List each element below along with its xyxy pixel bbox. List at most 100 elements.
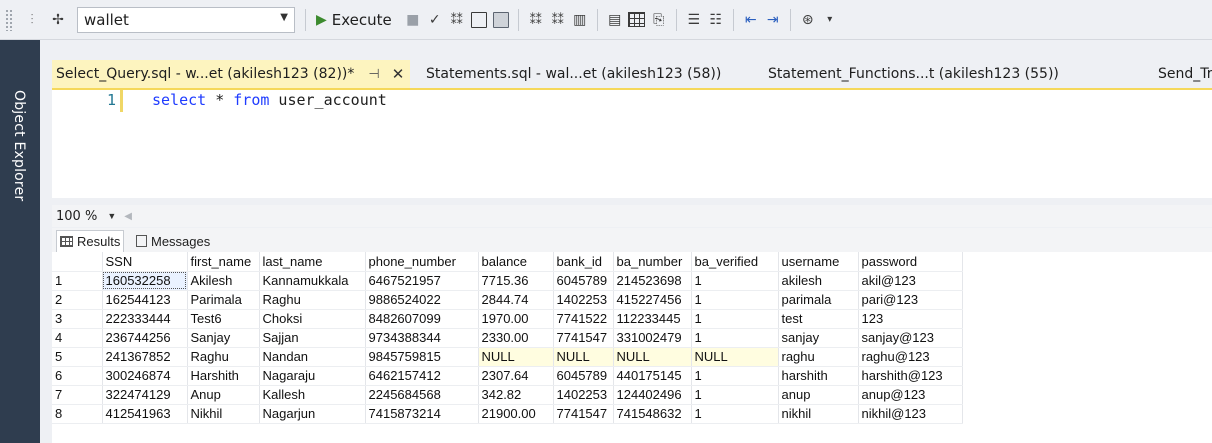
toolbar-overflow-icon[interactable]: ▾ [819, 7, 841, 33]
table-cell[interactable]: anup@123 [858, 385, 963, 405]
table-cell[interactable]: 322474129 [102, 385, 188, 405]
table-cell[interactable]: 9845759815 [365, 347, 479, 367]
table-cell[interactable]: 1 [691, 271, 779, 291]
increase-indent-icon[interactable]: ⇥ [762, 7, 784, 33]
code-line[interactable]: select * from user_account [152, 91, 387, 109]
table-cell[interactable]: 112233445 [613, 309, 692, 329]
table-cell[interactable]: 222333444 [102, 309, 188, 329]
column-header[interactable]: username [778, 252, 859, 272]
tab-select-query[interactable]: Select_Query.sql - w...et (akilesh123 (8… [52, 60, 410, 88]
table-cell[interactable]: 6045789 [553, 271, 614, 291]
table-cell[interactable]: Nagarjun [259, 404, 366, 424]
table-cell[interactable]: parimala [778, 290, 859, 310]
column-header[interactable]: ba_verified [691, 252, 779, 272]
table-cell[interactable]: 440175145 [613, 366, 692, 386]
table-cell[interactable]: raghu [778, 347, 859, 367]
live-stats-icon[interactable]: ⁑⁑ [547, 7, 569, 33]
table-cell[interactable]: 2307.64 [478, 366, 554, 386]
table-cell[interactable]: 1970.00 [478, 309, 554, 329]
table-cell[interactable]: Nandan [259, 347, 366, 367]
column-header[interactable]: SSN [102, 252, 188, 272]
table-cell[interactable]: anup [778, 385, 859, 405]
column-header[interactable]: phone_number [365, 252, 479, 272]
table-cell[interactable]: Nagaraju [259, 366, 366, 386]
table-cell[interactable]: NULL [553, 347, 614, 367]
row-number[interactable]: 5 [52, 347, 103, 367]
pin-icon[interactable]: ⫶ [21, 7, 43, 33]
database-selector[interactable]: wallet ▼ [77, 6, 295, 33]
pin-icon[interactable]: ⊣ [368, 67, 379, 82]
table-cell[interactable]: 1 [691, 290, 779, 310]
table-cell[interactable]: 7741547 [553, 328, 614, 348]
close-icon[interactable]: ✕ [392, 65, 405, 83]
table-cell[interactable]: 6462157412 [365, 366, 479, 386]
table-cell[interactable]: harshith [778, 366, 859, 386]
column-header[interactable]: balance [478, 252, 554, 272]
table-cell[interactable]: 415227456 [613, 290, 692, 310]
table-cell[interactable]: 741548632 [613, 404, 692, 424]
tab-send-transaction[interactable]: Send_Tra [1158, 60, 1212, 88]
row-number[interactable]: 4 [52, 328, 103, 348]
table-cell[interactable]: 342.82 [478, 385, 554, 405]
table-row[interactable]: 2 162544123 Parimala Raghu 9886524022 2844.74… [52, 290, 963, 310]
table-cell[interactable]: 6045789 [553, 366, 614, 386]
table-cell[interactable]: 300246874 [102, 366, 188, 386]
table-cell[interactable]: NULL [691, 347, 779, 367]
uncomment-lines-icon[interactable]: ☷ [705, 7, 727, 33]
results-to-grid-icon[interactable] [626, 7, 648, 33]
include-plan-icon[interactable]: ⁑⁑ [525, 7, 547, 33]
tab-messages[interactable]: Messages [133, 230, 213, 252]
table-cell[interactable]: raghu@123 [858, 347, 963, 367]
table-cell[interactable]: 1 [691, 309, 779, 329]
table-cell[interactable]: Choksi [259, 309, 366, 329]
table-row[interactable]: 7 322474129 Anup Kallesh 2245684568 342.82 140… [52, 385, 963, 405]
table-cell[interactable]: Parimala [187, 290, 260, 310]
table-row[interactable]: 8 412541963 Nikhil Nagarjun 7415873214 21900.… [52, 404, 963, 424]
table-cell[interactable]: 1402253 [553, 385, 614, 405]
query-editor[interactable]: 1 select * from user_account [52, 88, 1212, 198]
row-number[interactable]: 7 [52, 385, 103, 405]
table-cell[interactable]: 6467521957 [365, 271, 479, 291]
table-cell[interactable]: 241367852 [102, 347, 188, 367]
table-cell[interactable]: akilesh [778, 271, 859, 291]
table-cell[interactable]: Sanjay [187, 328, 260, 348]
table-cell[interactable]: Sajjan [259, 328, 366, 348]
table-cell[interactable]: sanjay@123 [858, 328, 963, 348]
table-cell[interactable]: 1 [691, 404, 779, 424]
parse-check-icon[interactable]: ✓ [424, 7, 446, 33]
table-cell[interactable]: Kallesh [259, 385, 366, 405]
table-cell[interactable]: harshith@123 [858, 366, 963, 386]
decrease-indent-icon[interactable]: ⇤ [740, 7, 762, 33]
stop-icon[interactable]: ■ [402, 7, 424, 33]
table-cell[interactable]: Raghu [187, 347, 260, 367]
column-header[interactable]: bank_id [553, 252, 614, 272]
table-cell[interactable]: Nikhil [187, 404, 260, 424]
table-cell[interactable]: test [778, 309, 859, 329]
table-cell[interactable]: Akilesh [187, 271, 260, 291]
table-row[interactable]: 1 160532258 Akilesh Kannamukkala 6467521957 7… [52, 271, 963, 291]
table-row[interactable]: 3 222333444 Test6 Choksi 8482607099 1970.00 77… [52, 309, 963, 329]
row-number[interactable]: 1 [52, 271, 103, 291]
table-cell[interactable]: 7741547 [553, 404, 614, 424]
table-cell[interactable]: 21900.00 [478, 404, 554, 424]
table-cell[interactable]: nikhil [778, 404, 859, 424]
table-cell[interactable]: 9886524022 [365, 290, 479, 310]
table-cell[interactable]: 160532258 [102, 271, 188, 291]
table-cell[interactable]: NULL [478, 347, 554, 367]
column-header[interactable]: ba_number [613, 252, 692, 272]
results-to-text-icon[interactable] [490, 7, 512, 33]
results-to-file-icon[interactable]: ▤ [604, 7, 626, 33]
toolbar-grip[interactable] [5, 8, 13, 31]
table-cell[interactable]: 236744256 [102, 328, 188, 348]
specify-values-icon[interactable]: ⊛ [797, 7, 819, 33]
column-header[interactable]: first_name [187, 252, 260, 272]
table-cell[interactable]: 412541963 [102, 404, 188, 424]
client-stats-icon[interactable]: ▥ [569, 7, 591, 33]
column-header[interactable]: password [858, 252, 963, 272]
table-cell[interactable]: sanjay [778, 328, 859, 348]
object-explorer-tab[interactable]: Object Explorer [0, 40, 40, 443]
object-explorer-connect-icon[interactable]: ✢ [47, 7, 69, 33]
table-cell[interactable]: nikhil@123 [858, 404, 963, 424]
tab-statements[interactable]: Statements.sql - wal...et (akilesh123 (5… [426, 60, 721, 88]
column-header[interactable]: last_name [259, 252, 366, 272]
